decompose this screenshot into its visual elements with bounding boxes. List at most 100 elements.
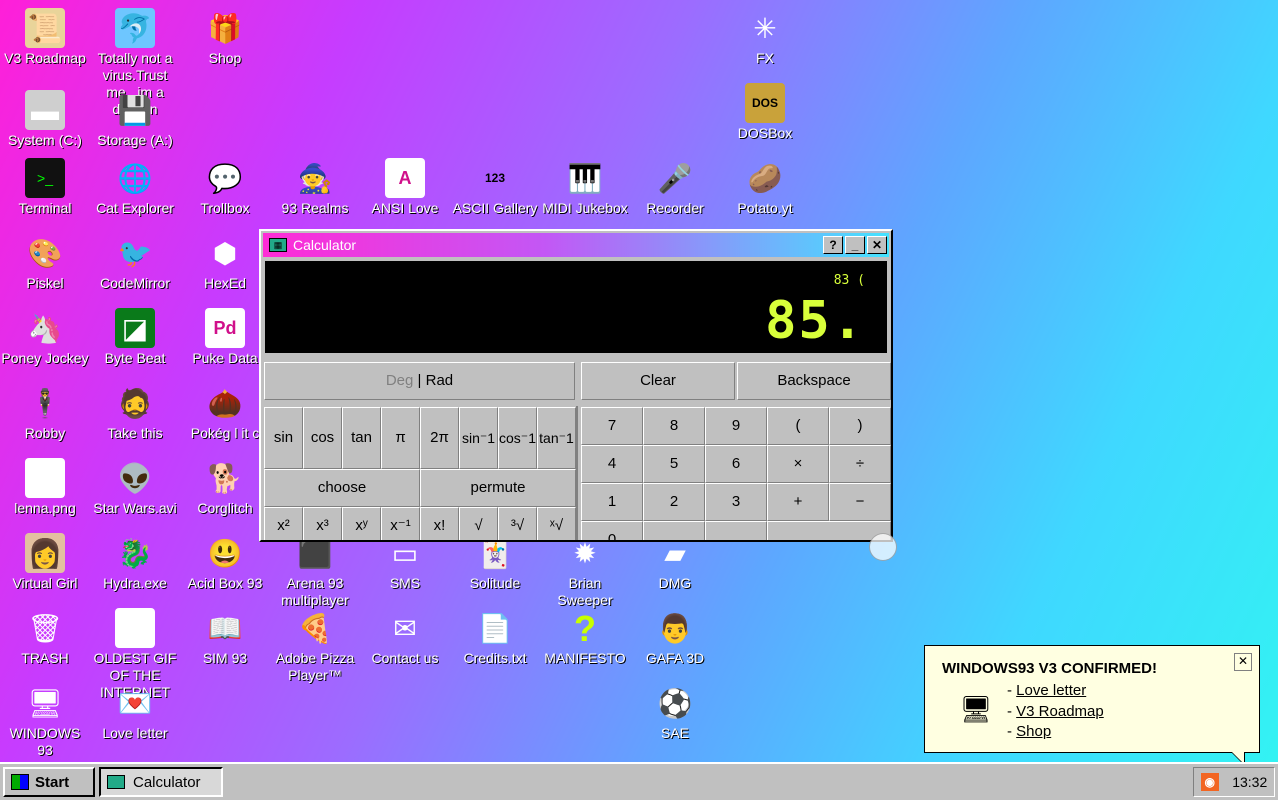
desktop-icon-brian-sweeper[interactable]: ✹ Brian Sweeper xyxy=(541,533,629,609)
deg-rad-toggle[interactable]: Deg | Rad xyxy=(264,362,575,400)
sci-power-1-button[interactable]: x³ xyxy=(303,507,342,540)
desktop-icon-potato-yt[interactable]: 🥔 Potato.yt xyxy=(721,158,809,217)
desktop-icon-midi-jukebox[interactable]: 🎹 MIDI Jukebox xyxy=(541,158,629,217)
desktop-icon-dosbox[interactable]: DOS DOSBox xyxy=(721,83,809,142)
sci-7-button[interactable]: tan⁻1 xyxy=(537,407,576,469)
clear-button[interactable]: Clear xyxy=(581,362,735,400)
desktop-icon-trollbox[interactable]: 💬 Trollbox xyxy=(181,158,269,217)
choose-button[interactable]: choose xyxy=(264,469,420,507)
sci-power-5-button[interactable]: √ xyxy=(459,507,498,540)
sci-0-button[interactable]: sin xyxy=(264,407,303,469)
notification-close-icon[interactable]: ✕ xyxy=(1234,653,1252,671)
sci-3-button[interactable]: π xyxy=(381,407,420,469)
desktop-icon-terminal[interactable]: >_ Terminal xyxy=(1,158,89,217)
sci-power-0-button[interactable]: x² xyxy=(264,507,303,540)
desktop-icon-adobe-pizza-player[interactable]: 🍕 Adobe Pizza Player™ xyxy=(271,608,359,684)
desktop-icon-poney-jockey[interactable]: 🦄 Poney Jockey xyxy=(1,308,89,367)
key-2-1-button[interactable]: 2 xyxy=(643,483,705,521)
desktop-icon-label: DMG xyxy=(658,575,692,591)
desktop-icon-manifesto[interactable]: ? MANIFESTO xyxy=(541,608,629,667)
desktop-icon-recorder[interactable]: 🎤 Recorder xyxy=(631,158,719,217)
desktop-icon-hexed[interactable]: ⬢ HexEd xyxy=(181,233,269,292)
key-1-1-button[interactable]: 5 xyxy=(643,445,705,483)
desktop-icon-sim-93[interactable]: 📖 SIM 93 xyxy=(181,608,269,667)
desktop-icon-label: Corglitch xyxy=(197,500,253,516)
key-3-0-button[interactable]: 0 xyxy=(581,521,643,540)
backspace-button[interactable]: Backspace xyxy=(737,362,891,400)
key-2-2-button[interactable]: 3 xyxy=(705,483,767,521)
desktop-icon-piskel[interactable]: 🎨 Piskel xyxy=(1,233,89,292)
desktop-icon-arena-93-multiplayer[interactable]: ⬛ Arena 93 multiplayer xyxy=(271,533,359,609)
calculator-titlebar[interactable]: ▦ Calculator ? _ ✕ xyxy=(263,233,889,257)
key-1-3-button[interactable]: × xyxy=(767,445,829,483)
desktop-icon-codemirror[interactable]: 🐦 CodeMirror xyxy=(91,233,179,292)
sci-power-6-button[interactable]: ³√ xyxy=(498,507,537,540)
link-shop[interactable]: Shop xyxy=(1016,723,1051,740)
desktop-icon-hydra-exe[interactable]: 🐉 Hydra.exe xyxy=(91,533,179,592)
desktop-icon-corglitch[interactable]: 🐕 Corglitch xyxy=(181,458,269,517)
key-0-2-button[interactable]: 9 xyxy=(705,407,767,445)
desktop-icon-ascii-gallery[interactable]: 123 ASCII Gallery xyxy=(451,158,539,217)
sci-4-button[interactable]: 2π xyxy=(420,407,459,469)
desktop-icon-gafa-3d[interactable]: 👨 GAFA 3D xyxy=(631,608,719,667)
desktop-icon-byte-beat[interactable]: ◪ Byte Beat xyxy=(91,308,179,367)
mouse-cursor xyxy=(869,533,897,561)
scroll-icon: 📜 xyxy=(25,8,65,48)
key-0-0-button[interactable]: 7 xyxy=(581,407,643,445)
desktop-icon-system-c[interactable]: ▬ System (C:) xyxy=(1,90,89,149)
desktop-icon-credits-txt[interactable]: 📄 Credits.txt xyxy=(451,608,539,667)
desktop-icon-star-wars-avi[interactable]: 👽 Star Wars.avi xyxy=(91,458,179,517)
desktop-icon-storage-a[interactable]: 💾 Storage (A:) xyxy=(91,90,179,149)
desktop-icon-love-letter[interactable]: 💌 Love letter xyxy=(91,683,179,742)
key-0-3-button[interactable]: ( xyxy=(767,407,829,445)
sci-power-4-button[interactable]: x! xyxy=(420,507,459,540)
desktop-icon-robby[interactable]: 🕴 Robby xyxy=(1,383,89,442)
key-1-4-button[interactable]: ÷ xyxy=(829,445,891,483)
taskbar-item-calculator[interactable]: Calculator xyxy=(99,767,223,797)
sci-power-7-button[interactable]: ˣ√ xyxy=(537,507,576,540)
sci-power-3-button[interactable]: x⁻¹ xyxy=(381,507,420,540)
help-button[interactable]: ? xyxy=(823,236,843,254)
sci-1-button[interactable]: cos xyxy=(303,407,342,469)
key-0-1-button[interactable]: 8 xyxy=(643,407,705,445)
desktop-icon-contact-us[interactable]: ✉ Contact us xyxy=(361,608,449,667)
minimize-button[interactable]: _ xyxy=(845,236,865,254)
key-1-2-button[interactable]: 6 xyxy=(705,445,767,483)
key-2-4-button[interactable]: − xyxy=(829,483,891,521)
link-love-letter[interactable]: Love letter xyxy=(1016,682,1086,699)
desktop-icon-fx[interactable]: ✳ FX xyxy=(721,8,809,67)
desktop-icon-trash[interactable]: 🗑 TRASH xyxy=(1,608,89,667)
desktop-icon-sae[interactable]: ⚽ SAE xyxy=(631,683,719,742)
sci-power-2-button[interactable]: xʸ xyxy=(342,507,381,540)
start-button[interactable]: Start xyxy=(3,767,95,797)
key-3-1-button[interactable] xyxy=(643,521,705,540)
key-1-0-button[interactable]: 4 xyxy=(581,445,643,483)
desktop-icon-cat-explorer[interactable]: 🌐 Cat Explorer xyxy=(91,158,179,217)
key-2-0-button[interactable]: 1 xyxy=(581,483,643,521)
desktop-icon-label: Solitude xyxy=(469,575,521,591)
clock: 13:32 xyxy=(1232,774,1268,790)
key-0-4-button[interactable]: ) xyxy=(829,407,891,445)
desktop-icon-acid-box-93[interactable]: 😃 Acid Box 93 xyxy=(181,533,269,592)
desktop-icon-windows-93[interactable]: 🖥 WINDOWS 93 xyxy=(1,683,89,759)
pokeglitc-icon: 🌰 xyxy=(207,387,243,419)
sci-5-button[interactable]: sin⁻1 xyxy=(459,407,498,469)
rss-icon[interactable]: ◉ xyxy=(1200,773,1219,791)
desktop-icon-virtual-girl[interactable]: 👩 Virtual Girl xyxy=(1,533,89,592)
close-button[interactable]: ✕ xyxy=(867,236,887,254)
terminal-icon: >_ xyxy=(25,158,65,198)
sci-2-button[interactable]: tan xyxy=(342,407,381,469)
desktop-icon-v3-roadmap[interactable]: 📜 V3 Roadmap xyxy=(1,8,89,67)
key-3-2-button[interactable]: . xyxy=(705,521,767,540)
desktop-icon-ansi-love[interactable]: A ANSI Love xyxy=(361,158,449,217)
desktop-icon-pok-g-l-it-c[interactable]: 🌰 Pokég l it c xyxy=(181,383,269,442)
link-v3-roadmap[interactable]: V3 Roadmap xyxy=(1016,703,1104,720)
desktop-icon-puke-data[interactable]: Pd Puke Data xyxy=(181,308,269,367)
key-2-3-button[interactable]: + xyxy=(767,483,829,521)
permute-button[interactable]: permute xyxy=(420,469,576,507)
desktop-icon-93-realms[interactable]: 🧙 93 Realms xyxy=(271,158,359,217)
desktop-icon-shop[interactable]: 🎁 Shop xyxy=(181,8,269,67)
sci-6-button[interactable]: cos⁻1 xyxy=(498,407,537,469)
desktop-icon-lenna-png[interactable]: 🖼 lenna.png xyxy=(1,458,89,517)
desktop-icon-take-this[interactable]: 🧔 Take this xyxy=(91,383,179,442)
